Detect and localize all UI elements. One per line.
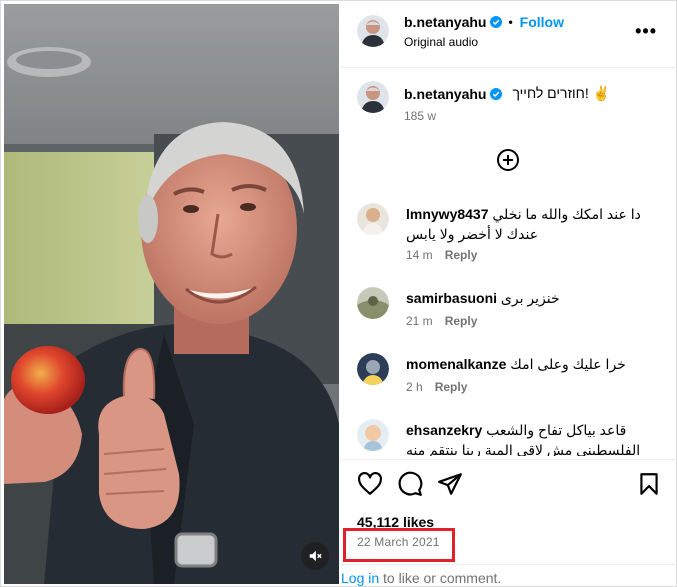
- commenter-avatar[interactable]: [357, 287, 389, 319]
- reply-button[interactable]: Reply: [445, 248, 478, 262]
- comment-age: 14 m: [406, 248, 433, 262]
- login-prompt: Log in to like or comment.: [341, 570, 501, 586]
- mute-button[interactable]: [301, 542, 329, 570]
- post-actions: [357, 471, 662, 499]
- post-date[interactable]: 22 March 2021: [357, 535, 440, 549]
- verified-badge-icon: [490, 16, 503, 28]
- login-prompt-text: to like or comment.: [379, 570, 502, 586]
- caption-age: 185 w: [404, 109, 437, 123]
- more-options-icon[interactable]: •••: [635, 21, 657, 42]
- commenter-avatar[interactable]: [357, 203, 389, 235]
- comment-username[interactable]: momenalkanze: [406, 356, 506, 372]
- footer-divider: [340, 564, 677, 565]
- load-more-comments-icon[interactable]: [496, 148, 520, 172]
- comment-item: ehsanzekry قاعد بياكل تفاح والشعب الفلسط…: [340, 419, 677, 456]
- comment-age: 2 h: [406, 380, 423, 394]
- video-frame-image: [4, 4, 339, 584]
- reply-button[interactable]: Reply: [445, 314, 478, 328]
- comment-meta: 14 m Reply: [406, 248, 477, 262]
- login-link[interactable]: Log in: [341, 570, 379, 586]
- header-divider: [340, 67, 677, 68]
- caption-username[interactable]: b.netanyahu: [404, 86, 486, 102]
- audio-label[interactable]: Original audio: [404, 35, 478, 49]
- comment-username[interactable]: lmnywy8437: [406, 206, 489, 222]
- reply-button[interactable]: Reply: [435, 380, 468, 394]
- heart-icon[interactable]: [357, 471, 383, 497]
- caption-row: b.netanyahu חוזרים לחייך! ✌️: [404, 85, 610, 102]
- caption-text: חוזרים לחייך! ✌️: [512, 85, 611, 101]
- comment-text: lmnywy8437 دا عند امكك والله ما نخلي عند…: [406, 204, 656, 244]
- commenter-avatar[interactable]: [357, 419, 389, 451]
- post-dialog: b.netanyahu • Follow Original audio ••• …: [0, 0, 677, 587]
- share-icon[interactable]: [437, 471, 463, 497]
- comment-age: 21 m: [406, 314, 433, 328]
- comment-meta: 2 h Reply: [406, 380, 467, 394]
- post-video[interactable]: [4, 4, 339, 584]
- mute-icon: [309, 550, 322, 562]
- comment-body: خنزير برى: [500, 290, 560, 306]
- follow-button[interactable]: Follow: [520, 14, 564, 30]
- commenter-avatar[interactable]: [357, 353, 389, 385]
- post-details-panel: b.netanyahu • Follow Original audio ••• …: [340, 1, 677, 587]
- comment-username[interactable]: ehsanzekry: [406, 422, 482, 438]
- author-row: b.netanyahu • Follow: [404, 14, 564, 30]
- comment-text: momenalkanze خرا عليك وعلى امك: [406, 354, 656, 374]
- comment-username[interactable]: samirbasuoni: [406, 290, 497, 306]
- comments-divider: [340, 459, 677, 460]
- separator-dot: •: [508, 15, 513, 29]
- comment-body: خرا عليك وعلى امك: [510, 356, 626, 372]
- author-username[interactable]: b.netanyahu: [404, 14, 486, 30]
- comment-meta: 21 m Reply: [406, 314, 477, 328]
- comment-text: samirbasuoni خنزير برى: [406, 288, 656, 308]
- verified-badge-icon: [490, 87, 503, 100]
- comment-text: ehsanzekry قاعد بياكل تفاح والشعب الفلسط…: [406, 420, 656, 456]
- comment-icon[interactable]: [397, 471, 423, 497]
- bookmark-icon[interactable]: [636, 471, 662, 497]
- caption-avatar[interactable]: [357, 81, 389, 113]
- author-avatar[interactable]: [357, 15, 389, 47]
